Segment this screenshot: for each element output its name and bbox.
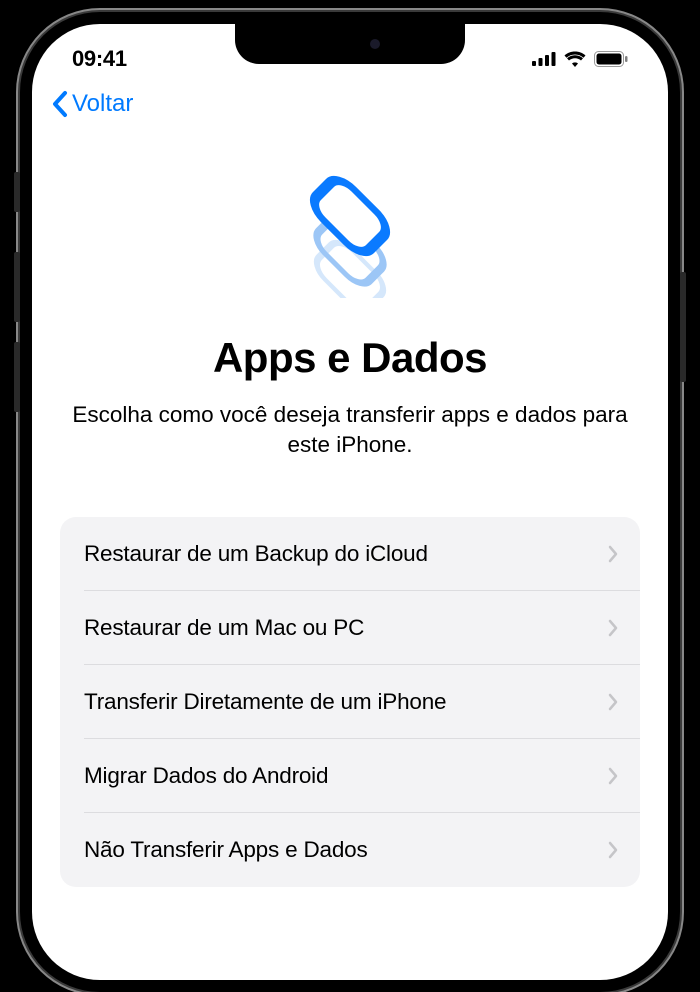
navigation-bar: Voltar (32, 80, 668, 128)
option-restore-icloud[interactable]: Restaurar de um Backup do iCloud (60, 517, 640, 591)
phone-side-button (680, 272, 686, 382)
page-title: Apps e Dados (60, 334, 640, 382)
option-label: Restaurar de um Backup do iCloud (84, 541, 428, 567)
option-label: Transferir Diretamente de um iPhone (84, 689, 446, 715)
chevron-right-icon (608, 693, 618, 711)
status-time: 09:41 (72, 46, 127, 72)
phone-frame: 09:41 (20, 12, 680, 992)
phone-side-button (14, 252, 20, 322)
back-button[interactable]: Voltar (50, 90, 133, 118)
option-transfer-iphone[interactable]: Transferir Diretamente de um iPhone (60, 665, 640, 739)
phone-side-button (14, 342, 20, 412)
chevron-right-icon (608, 767, 618, 785)
option-restore-mac-pc[interactable]: Restaurar de um Mac ou PC (60, 591, 640, 665)
chevron-right-icon (608, 619, 618, 637)
option-label: Não Transferir Apps e Dados (84, 837, 368, 863)
notch (235, 24, 465, 64)
page-subtitle: Escolha como você deseja transferir apps… (60, 400, 640, 461)
option-migrate-android[interactable]: Migrar Dados do Android (60, 739, 640, 813)
phone-side-button (14, 172, 20, 212)
screen: 09:41 (32, 24, 668, 980)
front-camera (370, 39, 380, 49)
apps-data-icon (60, 168, 640, 298)
option-label: Restaurar de um Mac ou PC (84, 615, 364, 641)
wifi-icon (564, 51, 586, 67)
chevron-right-icon (608, 841, 618, 859)
chevron-right-icon (608, 545, 618, 563)
content: Apps e Dados Escolha como você deseja tr… (32, 168, 668, 887)
chevron-left-icon (50, 90, 68, 118)
options-list: Restaurar de um Backup do iCloud Restaur… (60, 517, 640, 887)
option-dont-transfer[interactable]: Não Transferir Apps e Dados (60, 813, 640, 887)
back-label: Voltar (72, 90, 133, 118)
cellular-signal-icon (532, 52, 556, 66)
battery-icon (594, 51, 628, 67)
option-label: Migrar Dados do Android (84, 763, 328, 789)
status-indicators (532, 51, 628, 67)
